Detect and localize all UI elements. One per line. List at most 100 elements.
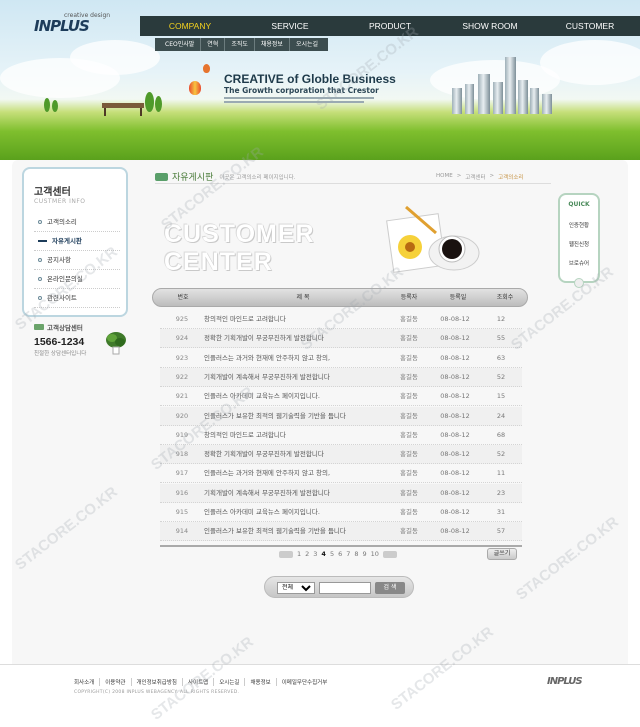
table-row[interactable]: 915 인플러스 아카데미 교육뉴스 페이지입니다. 홍길동 08-08-12 31 [160,503,522,522]
page-link[interactable]: 3 [313,550,317,558]
sidebar-item-customer-voice[interactable]: 고객의소리 [34,213,120,232]
table-row[interactable]: 922 기획개발이 계속해서 무궁무진하게 발전합니다 홍길동 08-08-12 52 [160,367,522,387]
cell-subject[interactable]: 인플러스가 보유한 최적의 웹기술력을 기반을 둡니다 [204,522,400,541]
table-row[interactable]: 918 정확한 기획개발이 무궁무진하게 발전합니다 홍길동 08-08-12 52 [160,445,522,465]
footer-link-privacy[interactable]: 개인정보취급방침 [132,678,183,686]
cell-subject[interactable]: 인플러스 아카데미 교육뉴스 페이지입니다. [204,387,400,406]
subnav-organization[interactable]: 조직도 [225,38,255,51]
cell-subject[interactable]: 창의적인 마인드로 고려합니다 [204,426,400,445]
cell-subject[interactable]: 기획개발이 계속해서 무궁무진하게 발전합니다 [204,484,400,503]
table-row[interactable]: 921 인플러스 아카데미 교육뉴스 페이지입니다. 홍길동 08-08-12 15 [160,387,522,407]
cell-subject[interactable]: 인플러스는 과거와 현재에 안주하지 않고 창의, [204,349,400,368]
customer-center-title-line2: CENTER [164,248,273,276]
cell-subject[interactable]: 인플러스 아카데미 교육뉴스 페이지입니다. [204,503,400,522]
board-icon [155,172,168,181]
divider [155,183,551,184]
banner-title: CREATIVE of Globle Business [224,72,396,86]
cell-views: 24 [496,411,506,420]
write-button[interactable]: 글쓰기 [487,548,517,560]
nav-company[interactable]: COMPANY [140,16,240,36]
building [478,74,490,114]
cell-date: 08-08-12 [440,411,470,420]
table-row[interactable]: 925 창의적인 마인드로 고려합니다 홍길동 08-08-12 12 [160,310,522,329]
footer-link-about[interactable]: 회사소개 [74,678,101,686]
site-logo[interactable]: creative design INPLUS [34,12,124,36]
quick-menu-title: QUICK [560,201,598,208]
nav-product[interactable]: PRODUCT [340,16,440,36]
cell-views: 55 [496,334,506,343]
page-link[interactable]: 10 [371,550,379,558]
subnav-history[interactable]: 연혁 [201,38,226,51]
sidebar-item-notice[interactable]: 공지사항 [34,251,120,270]
board-heading: 자유게시판 이곳은 고객의소리 페이지입니다. [155,170,296,183]
sidebar-title: 고객센터 [34,187,71,198]
cell-subject[interactable]: 정확한 기획개발이 무궁무진하게 발전합니다 [204,329,400,348]
footer-link-location[interactable]: 오시는길 [214,678,246,686]
table-row[interactable]: 916 기획개발이 계속해서 무궁무진하게 발전합니다 홍길동 08-08-12 23 [160,483,522,503]
search-input[interactable] [319,582,371,594]
table-row[interactable]: 924 정확한 기획개발이 무궁무진하게 발전합니다 홍길동 08-08-12 55 [160,329,522,349]
search-button[interactable]: 검 색 [375,582,405,594]
subnav-ceo[interactable]: CEO인사말 [159,38,202,51]
page-link[interactable]: 8 [354,550,358,558]
building [452,88,462,114]
search-bar: 전체 검 색 [264,576,414,598]
quick-item-brochure[interactable]: 브로슈어 [560,259,598,267]
prev-page-button[interactable] [279,550,293,558]
cell-subject[interactable]: 정확한 기획개발이 무궁무진하게 발전합니다 [204,445,400,464]
page-link[interactable]: 6 [338,550,342,558]
page-link[interactable]: 5 [330,550,334,558]
cell-writer: 홍길동 [400,508,418,516]
bullet-icon [38,296,42,300]
column-header-views: 조회수 [496,294,514,301]
sidebar-item-related-sites[interactable]: 관련사이트 [34,289,120,308]
cell-writer: 홍길동 [400,411,418,420]
cell-subject[interactable]: 인플러스는 과거와 현재에 안주하지 않고 창의, [204,464,400,483]
cell-subject[interactable]: 창의적인 마인드로 고려합니다 [204,310,400,329]
table-bottom-line [160,545,522,547]
cell-date: 08-08-12 [440,430,470,439]
breadcrumb-home[interactable]: HOME [436,173,453,181]
page-link[interactable]: 7 [346,550,350,558]
table-row[interactable]: 923 인플러스는 과거와 현재에 안주하지 않고 창의, 홍길동 08-08-12 6… [160,349,522,368]
breadcrumb-separator: > [489,173,495,179]
breadcrumb-customer-center[interactable]: 고객센터 [465,173,485,181]
nav-show-room[interactable]: SHOW ROOM [440,16,540,36]
cell-date: 08-08-12 [440,392,470,401]
cell-subject[interactable]: 기획개발이 계속해서 무궁무진하게 발전합니다 [204,368,400,387]
cell-writer: 홍길동 [400,450,418,459]
cell-num: 914 [175,527,189,536]
page-link[interactable]: 1 [297,550,301,558]
quick-item-webzine[interactable]: 웹진신청 [560,240,598,248]
next-page-button[interactable] [382,550,397,558]
footer-link-sitemap[interactable]: 사이트맵 [183,678,215,686]
page-link-current[interactable]: 4 [321,550,326,558]
cell-subject[interactable]: 인플러스가 보유한 최적의 웹기술력을 기반을 둡니다 [204,407,400,426]
nav-service[interactable]: SERVICE [240,16,340,36]
footer-link-recruit[interactable]: 채용정보 [245,678,277,686]
page-link[interactable]: 9 [363,550,367,558]
nav-customer[interactable]: CUSTOMER [540,16,640,36]
bullet-icon [38,277,42,281]
quick-item-certification[interactable]: 인증현황 [560,221,598,229]
quick-menu-top-button[interactable] [574,278,584,288]
page-link[interactable]: 2 [305,550,309,558]
column-header-subject: 제 목 [296,294,310,301]
table-row[interactable]: 914 인플러스가 보유한 최적의 웹기술력을 기반을 둡니다 홍길동 08-08-1… [160,522,522,542]
footer-link-terms[interactable]: 이용약관 [100,678,132,686]
table-row[interactable]: 920 인플러스가 보유한 최적의 웹기술력을 기반을 둡니다 홍길동 08-08-1… [160,406,522,426]
search-scope-select[interactable]: 전체 [277,582,315,594]
footer-link-email-policy[interactable]: 이메일무단수집거부 [277,678,333,686]
building [542,94,552,114]
board-title: 자유게시판 [172,173,214,183]
footer: 회사소개 이용약관 개인정보취급방침 사이트맵 오시는길 채용정보 이메일무단수… [0,664,640,727]
sidebar-item-online-inquiry[interactable]: 온라인문의실 [34,270,120,289]
sidebar-item-label: 고객의소리 [47,217,77,226]
footer-links: 회사소개 이용약관 개인정보취급방침 사이트맵 오시는길 채용정보 이메일무단수… [74,678,332,686]
subnav-location[interactable]: 오시는길 [290,38,324,51]
subnav-recruit[interactable]: 채용정보 [255,38,290,51]
sidebar-item-free-board[interactable]: 자유게시판 [34,232,120,251]
table-row[interactable]: 917 인플러스는 과거와 현재에 안주하지 않고 창의, 홍길동 08-08-12 1… [160,464,522,484]
table-row[interactable]: 919 창의적인 마인드로 고려합니다 홍길동 08-08-12 68 [160,426,522,445]
building [493,82,503,114]
